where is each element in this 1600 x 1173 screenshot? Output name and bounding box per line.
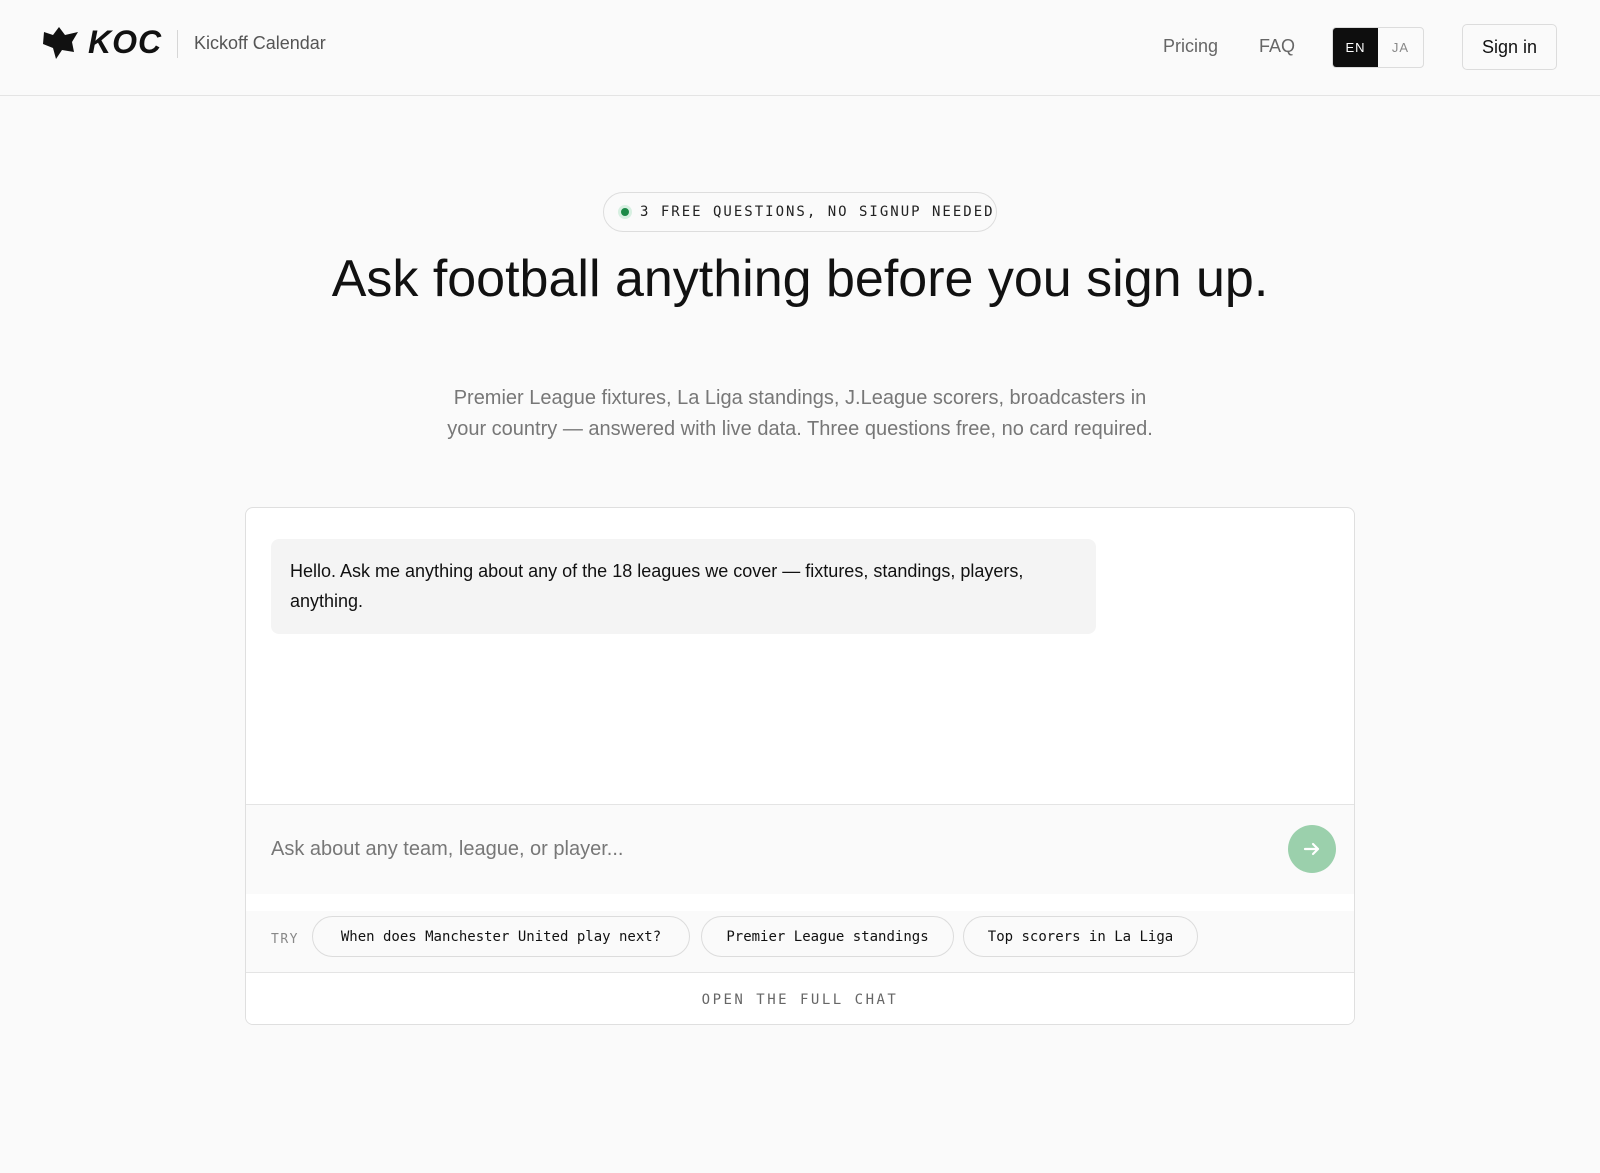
lang-en-button[interactable]: EN: [1333, 28, 1378, 67]
sign-in-button[interactable]: Sign in: [1462, 24, 1557, 70]
arrow-right-icon: [1303, 842, 1320, 856]
message-list: Hello. Ask me anything about any of the …: [246, 508, 1354, 804]
chat-card: Hello. Ask me anything about any of the …: [245, 507, 1355, 1025]
send-button[interactable]: [1288, 825, 1336, 873]
brand-name: Kickoff Calendar: [194, 33, 326, 53]
logo-divider: [177, 30, 178, 58]
site-header: KOC Kickoff Calendar Pricing FAQ EN JA S…: [0, 0, 1600, 96]
suggestion-chip[interactable]: Premier League standings: [701, 916, 954, 957]
assistant-message: Hello. Ask me anything about any of the …: [271, 539, 1096, 634]
free-questions-badge: 3 FREE QUESTIONS, NO SIGNUP NEEDED: [603, 192, 997, 232]
try-label: TRY: [271, 932, 299, 947]
page-subtitle: Premier League fixtures, La Liga standin…: [447, 387, 1153, 440]
chat-input[interactable]: [271, 829, 1251, 869]
lang-ja-button[interactable]: JA: [1378, 28, 1423, 67]
nav-faq-link[interactable]: FAQ: [1259, 36, 1295, 57]
page-title: Ask football anything before you sign up…: [331, 250, 1269, 308]
chat-input-row: [246, 804, 1354, 894]
nav-pricing-link[interactable]: Pricing: [1163, 36, 1218, 57]
suggestion-chip[interactable]: When does Manchester United play next?: [312, 916, 690, 957]
logo-wordmark[interactable]: KOC: [88, 24, 162, 61]
badge-text: 3 FREE QUESTIONS, NO SIGNUP NEEDED: [640, 204, 995, 220]
status-dot-icon: [618, 205, 632, 219]
open-full-chat-link[interactable]: OPEN THE FULL CHAT: [246, 973, 1354, 1024]
suggestion-bar: TRY When does Manchester United play nex…: [246, 911, 1354, 973]
language-toggle: EN JA: [1332, 27, 1424, 68]
fox-head-logo-icon[interactable]: [42, 26, 80, 60]
suggestion-chip[interactable]: Top scorers in La Liga: [963, 916, 1198, 957]
